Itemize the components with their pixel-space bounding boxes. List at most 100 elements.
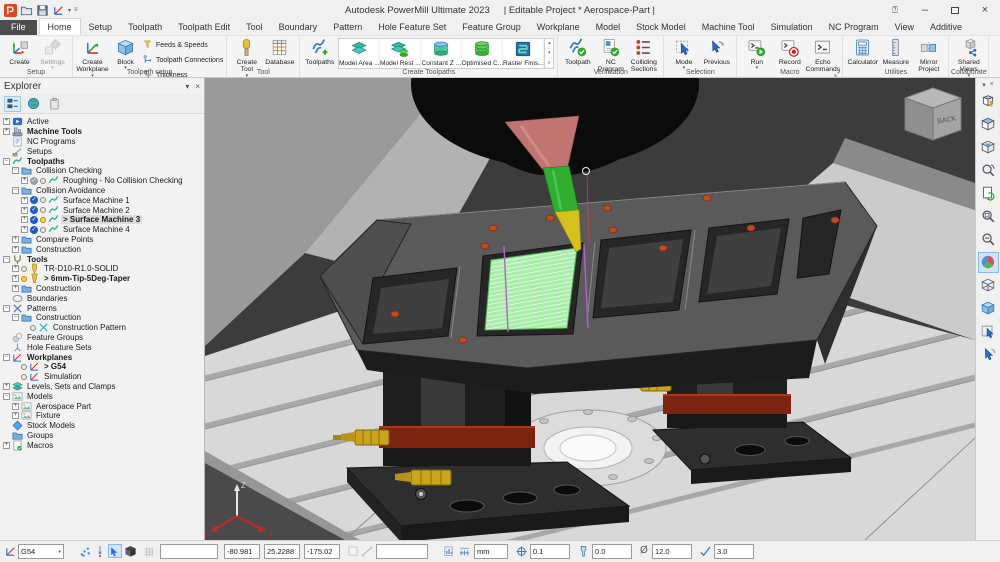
tree-item-boundaries[interactable]: Boundaries	[0, 293, 204, 303]
tree-item-nc-programs[interactable]: NC Programs	[0, 137, 204, 147]
expander-icon[interactable]: +	[3, 383, 10, 390]
expander-icon[interactable]: +	[21, 177, 28, 184]
expander-icon[interactable]: +	[12, 285, 19, 292]
visibility-bulb-icon[interactable]	[21, 276, 27, 282]
viewport-3d[interactable]: BACK Z Y X	[205, 78, 975, 540]
tree-item-surface-machine-1[interactable]: +✓Surface Machine 1	[0, 195, 204, 205]
expander-icon[interactable]: −	[3, 354, 10, 361]
tree-item-surface-machine-2[interactable]: +✓Surface Machine 2	[0, 205, 204, 215]
toolpaths-button[interactable]: Toolpaths	[303, 37, 336, 66]
coord-y-field[interactable]: 25.2288	[264, 544, 300, 559]
tab-setup[interactable]: Setup	[81, 20, 121, 35]
view-cube[interactable]: BACK	[905, 88, 961, 140]
diameter-field[interactable]: 12.0	[652, 544, 692, 559]
visibility-bulb-icon[interactable]	[40, 178, 46, 184]
expander-icon[interactable]: −	[12, 167, 19, 174]
toolpath-connections-button[interactable]: Toolpath Connections	[142, 54, 223, 67]
expander-icon[interactable]: −	[12, 187, 19, 194]
tree-item-hole-feature-sets[interactable]: Hole Feature Sets	[0, 342, 204, 352]
cursor-points-icon[interactable]	[78, 544, 92, 558]
tab-tool[interactable]: Tool	[238, 20, 271, 35]
calculator-button[interactable]: Calculator	[846, 37, 879, 66]
visibility-bulb-icon[interactable]	[40, 217, 46, 223]
previous-button[interactable]: Previous	[700, 37, 733, 66]
tab-view[interactable]: View	[887, 20, 922, 35]
gallery-item-model-area[interactable]: Model Area ...	[339, 39, 380, 68]
shaded-view-button[interactable]	[978, 252, 999, 273]
toolpath-button[interactable]: Toolpath	[561, 37, 594, 66]
block-form-button[interactable]	[978, 91, 999, 112]
help-button[interactable]: ⍰	[880, 0, 910, 20]
tree-item-construction-pattern[interactable]: Construction Pattern	[0, 323, 204, 333]
tree-item-stock-models[interactable]: Stock Models	[0, 421, 204, 431]
expander-icon[interactable]: +	[12, 265, 19, 272]
solid-view-button[interactable]	[978, 298, 999, 319]
tree-item-active[interactable]: +Active	[0, 117, 204, 127]
expander-icon[interactable]: −	[3, 393, 10, 400]
quick-access-dropdown[interactable]: ▾	[68, 7, 71, 14]
iso-view-button[interactable]	[978, 114, 999, 135]
zoom-window-button[interactable]	[978, 206, 999, 227]
visibility-bulb-icon[interactable]	[21, 266, 27, 272]
expander-icon[interactable]: −	[3, 305, 10, 312]
gallery-item-constant-z[interactable]: Constant Z ...	[421, 39, 462, 68]
zoom-out-button[interactable]	[978, 229, 999, 250]
expander-icon[interactable]: +	[3, 442, 10, 449]
tree-item-levels-sets-and-clamps[interactable]: +Levels, Sets and Clamps	[0, 382, 204, 392]
tree-item-collision-checking[interactable]: −Collision Checking	[0, 166, 204, 176]
gallery-expand-icon[interactable]: ≡	[545, 58, 553, 68]
viewbar-menu-icon[interactable]: ▾	[982, 81, 986, 89]
expander-icon[interactable]: +	[3, 118, 10, 125]
visibility-bulb-icon[interactable]	[30, 325, 36, 331]
expander-icon[interactable]: +	[12, 236, 19, 243]
cursor-position-icon[interactable]	[108, 544, 122, 558]
pitch-icon[interactable]	[457, 544, 471, 558]
web-resources-button[interactable]	[25, 96, 42, 112]
gallery-item-optimised-c[interactable]: Optimised C...	[462, 39, 503, 68]
tab-feature-group[interactable]: Feature Group	[454, 20, 529, 35]
mode-button[interactable]: Mode▾	[667, 37, 700, 70]
create-button[interactable]: Create	[3, 37, 36, 66]
coord-x-field[interactable]: -80.981	[224, 544, 260, 559]
expander-icon[interactable]: +	[21, 226, 28, 233]
gallery-item-model-rest[interactable]: Model Rest ...	[380, 39, 421, 68]
grid-icon[interactable]	[142, 544, 156, 558]
tolerance-field[interactable]: 0.1	[530, 544, 570, 559]
visibility-bulb-icon[interactable]	[40, 227, 46, 233]
restore-button[interactable]	[940, 0, 970, 20]
run-button[interactable]: Run▾	[740, 37, 773, 70]
expander-icon[interactable]: +	[12, 275, 19, 282]
coord-z-field[interactable]: -175.02	[304, 544, 340, 559]
expander-icon[interactable]: +	[12, 403, 19, 410]
qat-customize-icon[interactable]: ≡	[74, 7, 78, 13]
wireframe-view-button[interactable]	[978, 275, 999, 296]
settings-button[interactable]: Settings▾	[36, 37, 69, 70]
tree-view-button[interactable]	[4, 96, 21, 112]
open-project-button[interactable]	[20, 4, 33, 17]
tip-field[interactable]: 3.0	[714, 544, 754, 559]
expander-icon[interactable]: +	[12, 412, 19, 419]
visibility-bulb-icon[interactable]	[21, 374, 27, 380]
tab-additive[interactable]: Additive	[922, 20, 970, 35]
clipboard-button[interactable]	[46, 96, 63, 112]
view-orientation-button[interactable]	[978, 137, 999, 158]
tab-stock-model[interactable]: Stock Model	[628, 20, 694, 35]
gallery-item-raster-finis[interactable]: Raster Finis...	[503, 39, 544, 68]
tab-nc-program[interactable]: NC Program	[821, 20, 887, 35]
close-button[interactable]: ×	[970, 0, 1000, 20]
database-button[interactable]: Database	[263, 37, 296, 66]
tree-item-construction[interactable]: +Construction	[0, 244, 204, 254]
intersection-field[interactable]	[376, 544, 428, 559]
expander-icon[interactable]: +	[21, 216, 28, 223]
gallery-down-icon[interactable]: ▾	[545, 49, 553, 59]
tree-item-simulation[interactable]: Simulation	[0, 372, 204, 382]
visibility-bulb-icon[interactable]	[40, 197, 46, 203]
tree-item-groups[interactable]: Groups	[0, 431, 204, 441]
grid-pitch-field[interactable]	[160, 544, 218, 559]
expander-icon[interactable]: +	[3, 128, 10, 135]
viewbar-close-icon[interactable]: ×	[990, 81, 994, 88]
visibility-bulb-icon[interactable]	[21, 364, 27, 370]
tree-item-collision-avoidance[interactable]: −Collision Avoidance	[0, 186, 204, 196]
tree-item-feature-groups[interactable]: Feature Groups	[0, 333, 204, 343]
block-status-icon[interactable]	[123, 544, 137, 558]
